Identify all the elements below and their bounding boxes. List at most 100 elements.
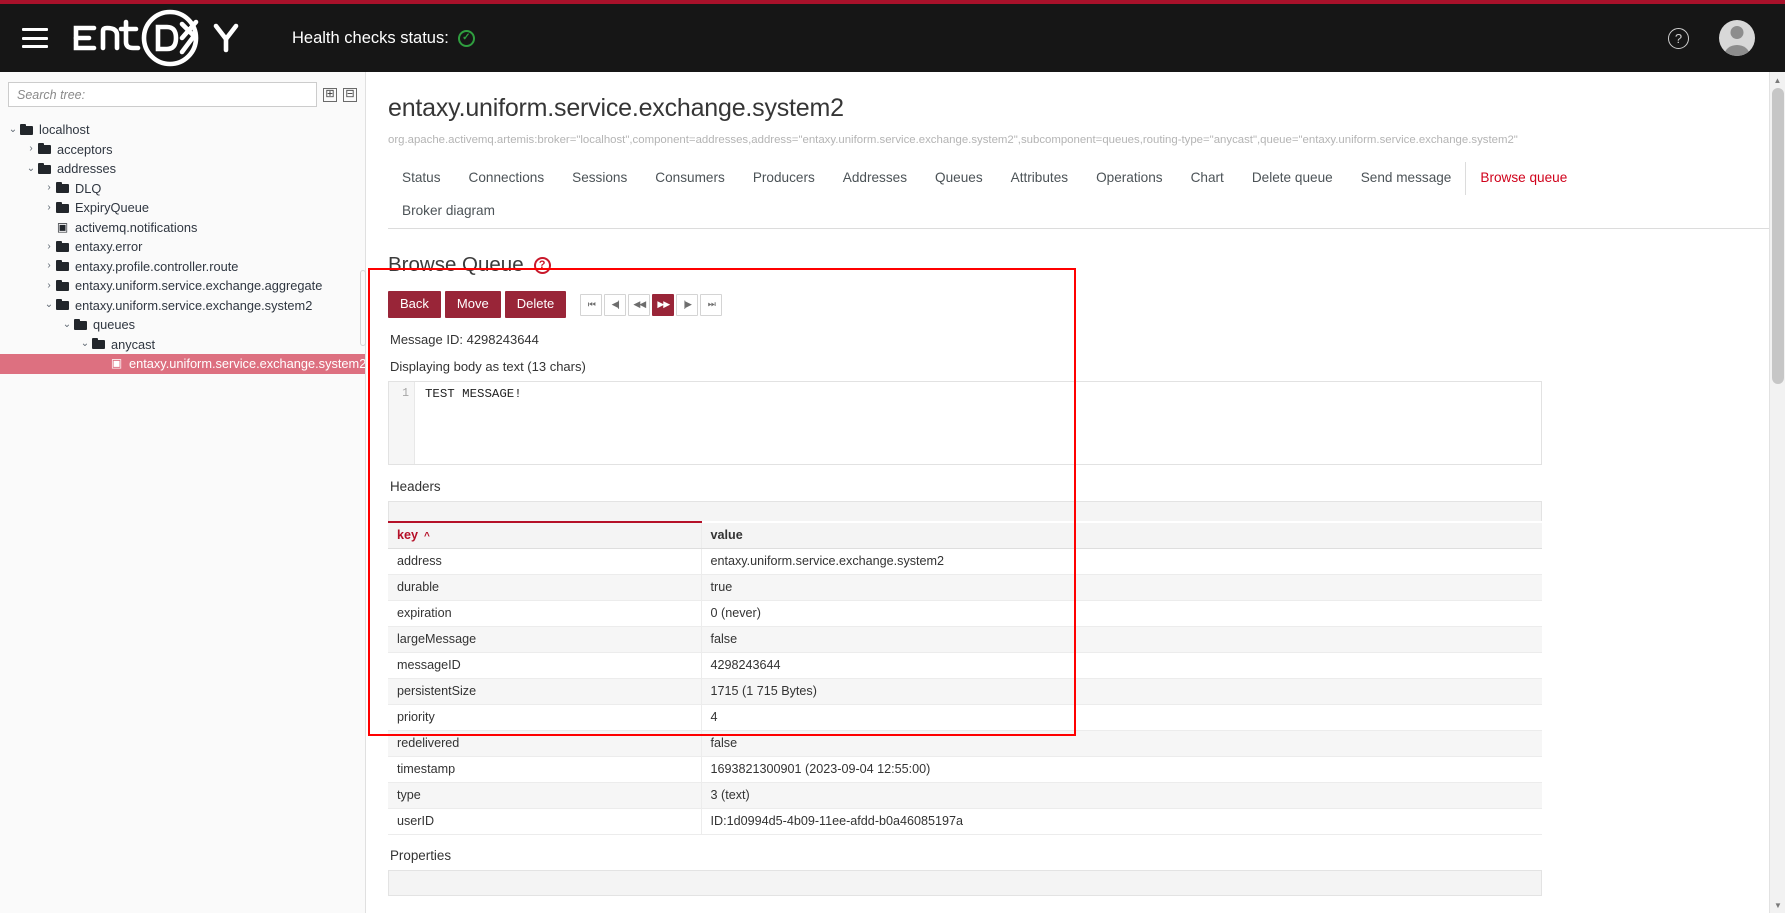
tab-queues[interactable]: Queues (921, 162, 997, 195)
header-key-cell: address (388, 549, 701, 575)
table-row[interactable]: userIDID:1d0994d5-4b09-11ee-afdd-b0a4608… (388, 809, 1542, 835)
folder-icon (56, 203, 69, 213)
tab-consumers[interactable]: Consumers (641, 162, 739, 195)
tab-sessions[interactable]: Sessions (558, 162, 641, 195)
tab-bar: StatusConnectionsSessionsConsumersProduc… (388, 162, 1785, 229)
message-detail-panel: Message ID: 4298243644 Displaying body a… (388, 328, 1785, 896)
tab-status[interactable]: Status (388, 162, 455, 195)
sort-ascending-icon: ^ (424, 531, 430, 542)
scrollbar-thumb[interactable] (1772, 88, 1784, 384)
header-value-cell: 1715 (1 715 Bytes) (701, 679, 1542, 705)
last-page-button[interactable]: ⏭ (700, 294, 722, 316)
headers-table-header-row: key^ value (388, 522, 1542, 549)
message-body-label: Displaying body as text (13 chars) (388, 359, 1785, 374)
message-body-editor[interactable]: 1 TEST MESSAGE! (388, 381, 1542, 465)
table-row[interactable]: expiration0 (never) (388, 601, 1542, 627)
tree-item-expiryqueue[interactable]: › ExpiryQueue (0, 198, 365, 218)
column-header-value[interactable]: value (701, 522, 1542, 549)
question-circle-icon[interactable]: ? (534, 257, 551, 274)
tree-search-row: ⊞ ⊟ (0, 72, 365, 115)
table-row[interactable]: type3 (text) (388, 783, 1542, 809)
move-button[interactable]: Move (445, 291, 501, 318)
tree-item-label: ExpiryQueue (75, 200, 149, 215)
tree-item-label: entaxy.profile.controller.route (75, 259, 238, 274)
header-value-cell: false (701, 627, 1542, 653)
table-row[interactable]: persistentSize1715 (1 715 Bytes) (388, 679, 1542, 705)
table-row[interactable]: timestamp1693821300901 (2023-09-04 12:55… (388, 757, 1542, 783)
browse-toolbar: Back Move Delete ⏮◀|◀◀▶▶|▶⏭ (388, 291, 1785, 318)
table-row[interactable]: priority4 (388, 705, 1542, 731)
health-checks-label: Health checks status: (292, 29, 449, 48)
tree-item-entaxy-error[interactable]: ›entaxy.error (0, 237, 365, 257)
table-row[interactable]: durabletrue (388, 575, 1542, 601)
tab-attributes[interactable]: Attributes (997, 162, 1082, 195)
header-value-cell: ID:1d0994d5-4b09-11ee-afdd-b0a46085197a (701, 809, 1542, 835)
tree-item-entaxy-uniform-service-exchange-aggregate[interactable]: ›entaxy.uniform.service.exchange.aggrega… (0, 276, 365, 296)
tab-row-primary: StatusConnectionsSessionsConsumersProduc… (388, 162, 1785, 195)
properties-section-title: Properties (388, 848, 1785, 863)
tree-item-queues[interactable]: ⌄queues (0, 315, 365, 335)
tab-connections[interactable]: Connections (455, 162, 559, 195)
tab-producers[interactable]: Producers (739, 162, 829, 195)
folder-icon (56, 300, 69, 310)
chevron-down-icon[interactable]: ⌄ (6, 125, 20, 135)
page-subtitle-mbean: org.apache.activemq.artemis:broker="loca… (388, 134, 1785, 146)
chevron-right-icon[interactable]: › (42, 261, 56, 271)
tab-send-message[interactable]: Send message (1347, 162, 1466, 195)
tree-item-entaxy-profile-controller-route[interactable]: › entaxy.profile.controller.route (0, 257, 365, 277)
tree-item-localhost[interactable]: ⌄localhost (0, 120, 365, 140)
folder-icon (38, 164, 51, 174)
expand-all-icon[interactable]: ⊞ (323, 88, 337, 102)
previous-page-button[interactable]: ◀| (604, 294, 626, 316)
help-circle-icon[interactable]: ? (1668, 28, 1689, 49)
headers-section-title: Headers (388, 479, 1785, 494)
tree-item-dlq[interactable]: ›DLQ (0, 179, 365, 199)
tree-item-addresses[interactable]: ⌄addresses (0, 159, 365, 179)
main-content: entaxy.uniform.service.exchange.system2 … (366, 72, 1785, 913)
next-button[interactable]: ▶▶ (652, 294, 674, 316)
table-row[interactable]: redeliveredfalse (388, 731, 1542, 757)
tree-item-entaxy-uniform-service-exchange-system2[interactable]: ›▣entaxy.uniform.service.exchange.system… (0, 354, 365, 374)
tree-item-activemq-notifications[interactable]: ›▣activemq.notifications (0, 218, 365, 238)
chevron-down-icon[interactable]: ⌄ (60, 320, 74, 330)
tree-item-entaxy-uniform-service-exchange-system2[interactable]: ⌄entaxy.uniform.service.exchange.system2 (0, 296, 365, 316)
tree-item-label: entaxy.uniform.service.exchange.system2 (129, 356, 365, 371)
back-button[interactable]: Back (388, 291, 441, 318)
first-page-button[interactable]: ⏮ (580, 294, 602, 316)
main-vertical-scrollbar[interactable]: ▲ ▼ (1769, 72, 1785, 913)
chevron-right-icon[interactable]: › (42, 281, 56, 291)
chevron-right-icon[interactable]: › (42, 183, 56, 193)
tab-delete-queue[interactable]: Delete queue (1238, 162, 1347, 195)
column-header-key[interactable]: key^ (388, 522, 701, 549)
tree-item-acceptors[interactable]: ›acceptors (0, 140, 365, 160)
tab-operations[interactable]: Operations (1082, 162, 1177, 195)
previous-button[interactable]: ◀◀ (628, 294, 650, 316)
chevron-down-icon[interactable]: ⌄ (42, 300, 56, 310)
page-title: entaxy.uniform.service.exchange.system2 (388, 94, 1785, 123)
table-row[interactable]: addressentaxy.uniform.service.exchange.s… (388, 549, 1542, 575)
scroll-up-arrow-icon[interactable]: ▲ (1770, 72, 1785, 88)
scroll-down-arrow-icon[interactable]: ▼ (1770, 897, 1785, 913)
tree-item-label: anycast (111, 337, 155, 352)
chevron-down-icon[interactable]: ⌄ (24, 164, 38, 174)
section-title: Browse Queue ? (388, 253, 1785, 277)
table-row[interactable]: messageID4298243644 (388, 653, 1542, 679)
header-key-cell: largeMessage (388, 627, 701, 653)
user-avatar-icon[interactable] (1719, 20, 1755, 56)
chevron-right-icon[interactable]: › (24, 144, 38, 154)
collapse-all-icon[interactable]: ⊟ (343, 88, 357, 102)
hamburger-menu-icon[interactable] (22, 28, 48, 48)
search-input[interactable] (8, 82, 317, 107)
table-row[interactable]: largeMessagefalse (388, 627, 1542, 653)
chevron-right-icon[interactable]: › (42, 242, 56, 252)
chevron-down-icon[interactable]: ⌄ (78, 339, 92, 349)
tree-item-label: activemq.notifications (75, 220, 197, 235)
tab-broker-diagram[interactable]: Broker diagram (388, 195, 509, 228)
tree-item-anycast[interactable]: ⌄ anycast (0, 335, 365, 355)
chevron-right-icon[interactable]: › (42, 203, 56, 213)
tab-addresses[interactable]: Addresses (829, 162, 921, 195)
tab-chart[interactable]: Chart (1177, 162, 1238, 195)
next-page-button[interactable]: |▶ (676, 294, 698, 316)
tab-browse-queue[interactable]: Browse queue (1465, 162, 1581, 195)
delete-button[interactable]: Delete (505, 291, 567, 318)
